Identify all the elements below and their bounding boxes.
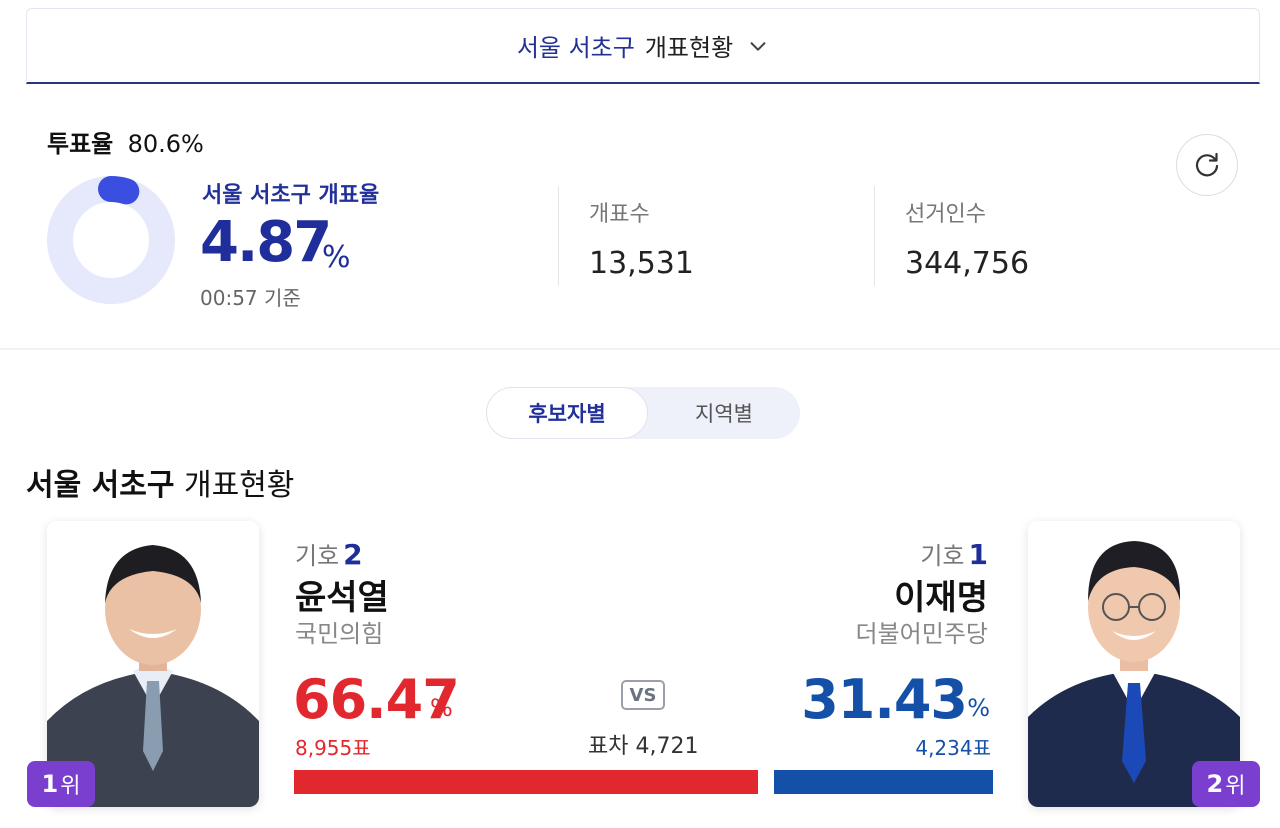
candidate-number-left: 기호 2 — [295, 536, 363, 571]
candidate-party-left: 국민의힘 — [295, 620, 384, 648]
candidate-number-value-left: 2 — [343, 538, 363, 571]
candidate-percent-unit-left: % — [430, 694, 453, 722]
results-section-region: 서울 서초구 — [26, 468, 175, 503]
candidate-number-value-right: 1 — [968, 538, 988, 571]
rank-number-left: 1 — [41, 770, 59, 798]
candidate-party-right: 더불어민주당 — [855, 620, 988, 648]
rank-badge-right: 2 위 — [1192, 761, 1260, 807]
results-section-suffix: 개표현황 — [184, 468, 295, 503]
rank-badge-left: 1 위 — [27, 761, 95, 807]
vote-share-bar — [294, 770, 993, 794]
stat-electorate-label: 선거인수 — [905, 202, 986, 227]
rank-unit-right: 위 — [1225, 774, 1246, 799]
donut-track — [47, 176, 175, 304]
candidate-number-label-left: 기호 — [295, 542, 340, 570]
vs-badge: VS — [621, 680, 665, 710]
candidate-name-right: 이재명 — [894, 578, 988, 618]
rank-number-right: 2 — [1206, 770, 1224, 798]
tab-by-candidate[interactable]: 후보자별 — [486, 387, 648, 439]
tab-by-region[interactable]: 지역별 — [648, 387, 800, 439]
vote-gap-label: 표차 — [588, 734, 629, 759]
vote-gap: 표차 4,721 — [588, 728, 698, 760]
refresh-icon — [1195, 152, 1219, 177]
refresh-button[interactable] — [1176, 134, 1238, 196]
chevron-down-icon — [750, 41, 766, 51]
view-toggle: 후보자별 지역별 — [486, 387, 800, 439]
count-rate-timestamp: 00:57 기준 — [200, 286, 301, 310]
count-rate-label: 서울 서초구 개표율 — [202, 183, 380, 208]
candidate-number-label-right: 기호 — [920, 542, 965, 570]
region-selector-name: 서울 서초구 — [516, 34, 635, 62]
count-rate-donut — [47, 176, 175, 304]
count-rate-unit: % — [322, 240, 351, 275]
region-selector-suffix: 개표현황 — [644, 34, 734, 62]
stat-divider — [558, 186, 559, 286]
candidate-percent-right: 31.43 — [801, 668, 968, 731]
vote-gap-value: 4,721 — [635, 734, 699, 759]
turnout-label: 투표율 — [47, 130, 114, 158]
candidate-name-left: 윤석열 — [295, 578, 389, 618]
vote-share-bar-right — [774, 770, 993, 794]
region-selector-dropdown[interactable]: 서울 서초구 개표현황 — [26, 8, 1260, 84]
candidate-votes-right: 4,234표 — [915, 736, 991, 760]
candidate-number-right: 기호 1 — [920, 536, 988, 571]
turnout-heading: 투표율 80.6% — [47, 124, 204, 159]
stat-counted-label: 개표수 — [589, 202, 650, 227]
stat-divider — [874, 186, 875, 286]
results-section-title: 서울 서초구 개표현황 — [26, 460, 294, 504]
section-divider — [0, 348, 1280, 350]
count-rate-value: 4.87 — [200, 210, 332, 275]
candidate-percent-unit-right: % — [967, 694, 990, 722]
turnout-value: 80.6% — [127, 130, 204, 158]
stat-electorate-value: 344,756 — [905, 246, 1030, 281]
candidate-votes-left: 8,955표 — [295, 736, 371, 760]
stat-counted-value: 13,531 — [589, 246, 694, 281]
vote-share-bar-left — [294, 770, 758, 794]
rank-unit-left: 위 — [60, 774, 81, 799]
